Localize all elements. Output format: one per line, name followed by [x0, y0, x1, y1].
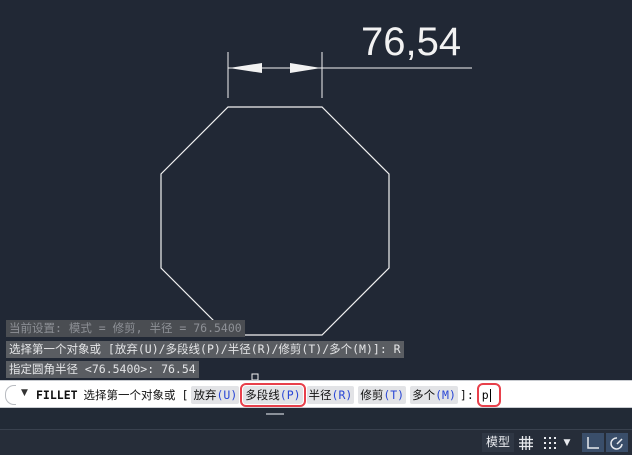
command-line[interactable]: ▼ FILLET 选择第一个对象或 [ 放弃(U) 多段线(P) 半径(R) 修… — [0, 380, 632, 408]
command-line-grip[interactable] — [5, 385, 16, 405]
drawing-canvas[interactable]: 76,54 当前设置: 模式 = 修剪, 半径 = 76.5400 选择第一个对… — [0, 0, 632, 380]
dimension-arrow-left — [229, 63, 262, 73]
option-polyline[interactable]: 多段线(P) — [240, 383, 306, 407]
option-key: (R) — [331, 388, 353, 402]
text-caret — [489, 389, 491, 402]
model-space-button[interactable]: 模型 — [482, 433, 515, 452]
option-key: (U) — [216, 388, 238, 402]
option-label: 多段线 — [245, 388, 280, 402]
polar-tracking-icon[interactable] — [606, 433, 628, 452]
ortho-mode-icon[interactable] — [582, 433, 604, 452]
option-radius[interactable]: 半径(R) — [306, 386, 355, 404]
grid-icon[interactable] — [515, 433, 537, 452]
option-key: (T) — [383, 388, 405, 402]
dimension-text: 76,54 — [361, 20, 461, 64]
chevron-down-icon[interactable]: ▼ — [21, 388, 28, 398]
command-history-line-1: 当前设置: 模式 = 修剪, 半径 = 76.5400 — [6, 320, 245, 337]
option-undo[interactable]: 放弃(U) — [191, 386, 240, 404]
option-key: (P) — [279, 388, 301, 402]
panel-resize-handle[interactable] — [266, 413, 284, 415]
option-label: 修剪 — [360, 388, 384, 402]
command-input[interactable]: p — [476, 383, 501, 407]
octagon-shape[interactable] — [160, 106, 390, 336]
snap-icon[interactable] — [539, 433, 561, 452]
command-name: FILLET — [36, 388, 78, 402]
option-label: 半径 — [308, 388, 332, 402]
option-label: 放弃 — [193, 388, 217, 402]
command-history-line-2: 选择第一个对象或 [放弃(U)/多段线(P)/半径(R)/修剪(T)/多个(M)… — [6, 341, 404, 358]
command-prompt-text: 选择第一个对象或 — [83, 388, 176, 402]
option-trim[interactable]: 修剪(T) — [358, 386, 407, 404]
option-multiple[interactable]: 多个(M) — [410, 386, 458, 404]
chevron-down-icon[interactable]: ▼ — [560, 433, 574, 452]
command-history-line-3: 指定圆角半径 <76.5400>: 76.54 — [6, 361, 199, 378]
status-bar: 模型 ▼ — [0, 429, 632, 455]
bracket-open: [ — [181, 388, 189, 402]
dimension-arrow-right — [290, 63, 321, 73]
bracket-close: ]: — [459, 388, 474, 402]
command-prompt: FILLET 选择第一个对象或 [ 放弃(U) 多段线(P) 半径(R) 修剪(… — [36, 383, 501, 407]
option-key: (M) — [435, 388, 456, 402]
option-label: 多个 — [412, 388, 436, 402]
command-input-value: p — [481, 388, 489, 402]
